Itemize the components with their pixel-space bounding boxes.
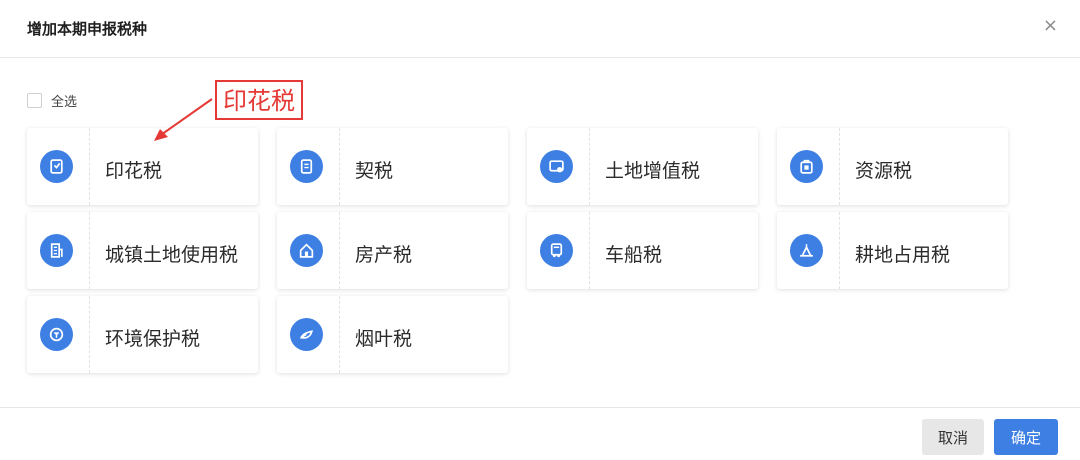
environment-icon	[40, 318, 73, 351]
stamp-icon	[40, 150, 73, 183]
tax-card-vehicle[interactable]: 车船税	[527, 212, 758, 289]
tax-label: 房产税	[355, 244, 413, 266]
tobacco-icon	[290, 318, 323, 351]
dialog-title: 增加本期申报税种	[27, 20, 148, 38]
tax-label: 土地增值税	[605, 160, 701, 182]
card-divider	[839, 212, 840, 289]
farmland-icon	[790, 234, 823, 267]
tax-card-farmland[interactable]: 耕地占用税	[777, 212, 1008, 289]
select-all-label: 全选	[51, 95, 78, 110]
card-divider	[839, 128, 840, 205]
tax-card-deed[interactable]: 契税	[277, 128, 508, 205]
card-divider	[89, 212, 90, 289]
card-divider	[89, 128, 90, 205]
tax-label: 车船税	[605, 244, 663, 266]
close-icon[interactable]: ×	[1043, 16, 1058, 36]
checkbox-box[interactable]	[27, 93, 42, 108]
tax-label: 资源税	[855, 160, 913, 182]
tax-card-property[interactable]: 房产税	[277, 212, 508, 289]
house-icon	[290, 234, 323, 267]
tax-label: 契税	[355, 160, 394, 182]
card-divider	[589, 128, 590, 205]
tax-card-environment[interactable]: 环境保护税	[27, 296, 258, 373]
card-divider	[89, 296, 90, 373]
confirm-button[interactable]: 确定	[994, 419, 1058, 455]
land-value-icon	[540, 150, 573, 183]
document-icon	[290, 150, 323, 183]
tax-card-urban-land[interactable]: 城镇土地使用税	[27, 212, 258, 289]
building-icon	[40, 234, 73, 267]
tax-label: 印花税	[105, 160, 163, 182]
tax-label: 城镇土地使用税	[105, 244, 239, 266]
tax-label: 烟叶税	[355, 328, 413, 350]
tax-card-land-value[interactable]: 土地增值税	[527, 128, 758, 205]
dialog-header: 增加本期申报税种 ×	[0, 0, 1080, 58]
tax-label: 耕地占用税	[855, 244, 951, 266]
resource-icon	[790, 150, 823, 183]
select-all-checkbox[interactable]: 全选	[27, 91, 77, 110]
annotation-label: 印花税	[215, 80, 303, 120]
tax-label: 环境保护税	[105, 328, 201, 350]
card-divider	[339, 128, 340, 205]
tax-card-tobacco[interactable]: 烟叶税	[277, 296, 508, 373]
card-divider	[589, 212, 590, 289]
cancel-button[interactable]: 取消	[922, 419, 984, 455]
card-divider	[339, 212, 340, 289]
add-tax-dialog: 增加本期申报税种 × 全选 印花税 契税 土地增值税 资源税 城镇土地使用税 房…	[0, 0, 1080, 460]
tax-card-resource[interactable]: 资源税	[777, 128, 1008, 205]
card-divider	[339, 296, 340, 373]
vehicle-icon	[540, 234, 573, 267]
dialog-footer	[0, 407, 1080, 460]
